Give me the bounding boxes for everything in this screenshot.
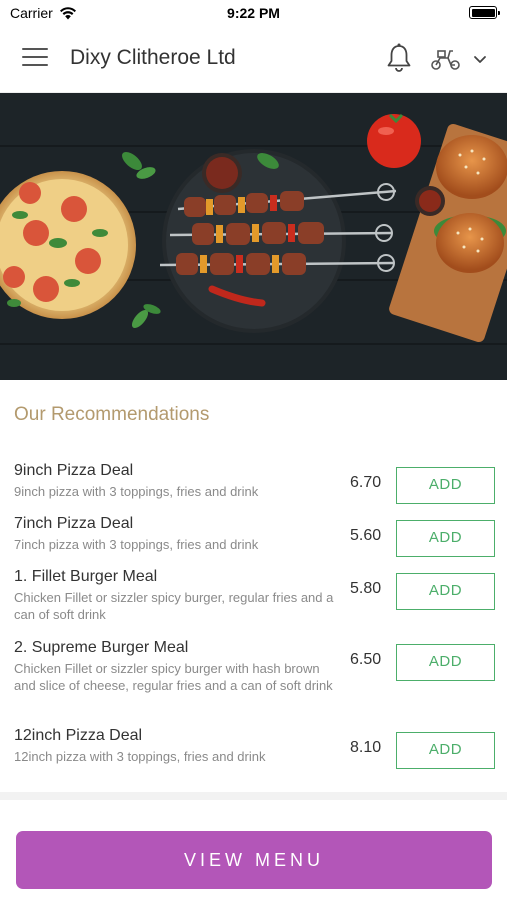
recommendations-heading: Our Recommendations [14,404,210,425]
scooter-icon[interactable] [430,46,462,72]
item-price: 6.70 [350,474,382,491]
item-price: 8.10 [350,739,382,756]
item-description: 7inch pizza with 3 toppings, fries and d… [14,537,259,552]
item-name: 7inch Pizza Deal [14,515,134,532]
hamburger-menu-button[interactable] [22,48,48,70]
add-button[interactable]: ADD [396,573,495,610]
hero-illustration [0,93,507,380]
item-name: 1. Fillet Burger Meal [14,568,158,585]
item-description: Chicken Fillet or sizzler spicy burger, … [14,590,334,622]
hamburger-icon-line [22,48,48,50]
add-button[interactable]: ADD [396,644,495,681]
item-description: 12inch pizza with 3 toppings, fries and … [14,749,266,764]
battery-icon [469,6,500,19]
item-description: Chicken Fillet or sizzler spicy burger w… [14,661,333,693]
hamburger-icon-line [22,64,48,66]
view-menu-button[interactable]: VIEW MENU [16,831,492,889]
status-bar: Carrier 9:22 PM [0,0,507,26]
item-name: 2. Supreme Burger Meal [14,639,189,656]
section-divider [0,792,507,800]
hamburger-icon-line [22,56,48,58]
add-button[interactable]: ADD [396,520,495,557]
item-name: 12inch Pizza Deal [14,727,143,744]
item-price: 6.50 [350,651,382,668]
item-price: 5.80 [350,580,382,597]
bell-icon[interactable] [384,42,414,74]
shop-title: Dixy Clitheroe Ltd [70,46,236,69]
hero-food-image [0,93,507,380]
app-header: Dixy Clitheroe Ltd [0,26,507,93]
item-description: 9inch pizza with 3 toppings, fries and d… [14,484,259,499]
clock: 9:22 PM [227,5,280,21]
add-button[interactable]: ADD [396,467,495,504]
item-price: 5.60 [350,527,382,544]
item-name: 9inch Pizza Deal [14,462,134,479]
add-button[interactable]: ADD [396,732,495,769]
chevron-down-icon[interactable] [472,52,488,66]
